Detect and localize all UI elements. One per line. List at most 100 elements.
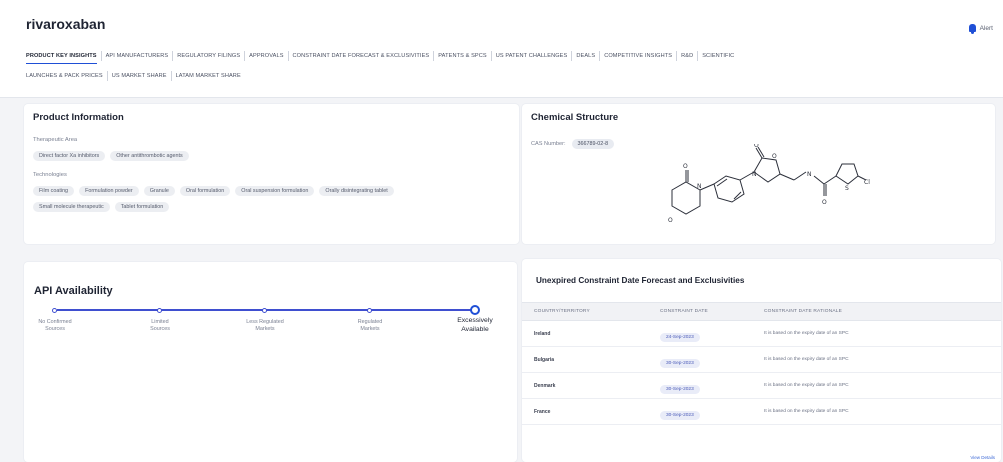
therapeutic-area-label: Therapeutic Area bbox=[33, 137, 78, 143]
svg-text:Cl: Cl bbox=[864, 179, 870, 186]
cas-value: 366789-02-8 bbox=[571, 139, 615, 149]
svg-text:O: O bbox=[668, 217, 673, 224]
tab-constraint-date-forecast[interactable]: CONSTRAINT DATE FORECAST & EXCLUSIVITIES bbox=[287, 51, 434, 61]
availability-track-fill bbox=[57, 309, 477, 311]
constraint-forecast-title: Unexpired Constraint Date Forecast and E… bbox=[536, 276, 745, 285]
availability-stop-node bbox=[157, 307, 162, 313]
rationale-cell: It is based on the expiry date of an SPC bbox=[764, 383, 849, 388]
technology-chip: Orally disintegrating tablet bbox=[319, 186, 394, 196]
date-cell: 24-Sep-2023 bbox=[646, 325, 758, 343]
date-chip: 30-Sep-2023 bbox=[660, 410, 700, 420]
technology-chip: Formulation powder bbox=[79, 186, 139, 196]
tab-us-market-share[interactable]: US MARKET SHARE bbox=[106, 71, 171, 81]
view-details-link[interactable]: View Details bbox=[970, 455, 995, 460]
stop-label-line: Regulated bbox=[357, 319, 383, 325]
stop-label-line: Less Regulated bbox=[246, 319, 284, 325]
tab-product-key-insights[interactable]: PRODUCT KEY INSIGHTS bbox=[26, 51, 101, 64]
country-cell: France bbox=[534, 408, 551, 415]
svg-text:O: O bbox=[822, 199, 827, 206]
tab-patents-spcs[interactable]: PATENTS & SPCS bbox=[433, 51, 490, 61]
date-chip: 24-Sep-2023 bbox=[660, 332, 700, 342]
availability-stop-label: No Confirmed Sources bbox=[20, 319, 90, 333]
date-cell: 30-Sep-2023 bbox=[646, 377, 758, 395]
technology-chip: Small molecule therapeutic bbox=[33, 202, 110, 212]
chemical-structure-diagram: O O N N O O N O S Cl bbox=[668, 144, 870, 224]
table-row[interactable]: Ireland 24-Sep-2023 It is based on the e… bbox=[522, 321, 1001, 347]
tab-competitive-insights[interactable]: COMPETITIVE INSIGHTS bbox=[599, 51, 676, 61]
stop-label-line: Sources bbox=[45, 326, 65, 332]
svg-text:O: O bbox=[754, 144, 759, 149]
stop-label-line: Available bbox=[461, 325, 489, 333]
constraint-forecast-table: COUNTRY/TERRITORY CONSTRAINT DATE CONSTR… bbox=[522, 302, 1001, 425]
tab-r-and-d[interactable]: R&D bbox=[676, 51, 697, 61]
svg-text:N: N bbox=[752, 171, 757, 178]
availability-stop-label: Limited Sources bbox=[125, 319, 195, 333]
stop-label-line: Excessively bbox=[457, 317, 493, 324]
technologies-label: Technologies bbox=[33, 172, 67, 178]
stop-label-line: No Confirmed bbox=[38, 319, 72, 325]
tab-us-patent-challenges[interactable]: US PATENT CHALLENGES bbox=[490, 51, 572, 61]
column-header-country[interactable]: COUNTRY/TERRITORY bbox=[522, 309, 646, 314]
country-cell: Denmark bbox=[534, 382, 556, 389]
availability-stop-label: Regulated Markets bbox=[335, 319, 405, 333]
rationale-cell: It is based on the expiry date of an SPC bbox=[764, 409, 849, 414]
therapeutic-area-chips: Direct factor Xa inhibitors Other antith… bbox=[33, 151, 189, 161]
availability-stop-node bbox=[262, 307, 267, 313]
cas-label: CAS Number: bbox=[531, 141, 566, 147]
technology-chip: Oral suspension formulation bbox=[235, 186, 315, 196]
column-header-constraint-date[interactable]: CONSTRAINT DATE bbox=[646, 309, 758, 314]
technologies-chips-row1: Film coating Formulation powder Granule … bbox=[33, 186, 394, 196]
tabs-row-secondary: LAUNCHES & PACK PRICES US MARKET SHARE L… bbox=[26, 71, 245, 81]
stop-label-line: Markets bbox=[255, 326, 275, 332]
rationale-cell: It is based on the expiry date of an SPC bbox=[764, 357, 849, 362]
date-chip: 30-Sep-2023 bbox=[660, 384, 700, 394]
tab-latam-market-share[interactable]: LATAM MARKET SHARE bbox=[170, 71, 245, 81]
chemical-structure-card: Chemical Structure CAS Number: 366789-02… bbox=[522, 104, 995, 244]
date-cell: 30-Sep-2023 bbox=[646, 351, 758, 369]
country-cell: Bulgaria bbox=[534, 356, 555, 363]
date-chip: 30-Sep-2023 bbox=[660, 358, 700, 368]
chemical-structure-title: Chemical Structure bbox=[531, 112, 619, 123]
technology-chip: Oral formulation bbox=[179, 186, 231, 196]
availability-stop-node bbox=[367, 307, 372, 313]
technologies-chips-row2: Small molecule therapeutic Tablet formul… bbox=[33, 202, 170, 212]
column-header-rationale[interactable]: CONSTRAINT DATE RATIONALE bbox=[758, 309, 1001, 314]
tab-scientific[interactable]: SCIENTIFIC bbox=[697, 51, 738, 61]
availability-stop-node bbox=[52, 307, 57, 313]
page-title: rivaroxaban bbox=[26, 16, 106, 32]
technology-chip: Granule bbox=[143, 186, 175, 196]
therapeutic-area-chip: Other antithrombotic agents bbox=[110, 151, 189, 161]
technology-chip: Tablet formulation bbox=[114, 202, 170, 212]
product-information-title: Product Information bbox=[33, 112, 124, 123]
table-header: COUNTRY/TERRITORY CONSTRAINT DATE CONSTR… bbox=[522, 302, 1001, 321]
alert-button[interactable]: Alert bbox=[968, 24, 993, 34]
stop-label-line: Sources bbox=[150, 326, 170, 332]
page-header: rivaroxaban Alert PRODUCT KEY INSIGHTS A… bbox=[0, 0, 1003, 98]
tab-deals[interactable]: DEALS bbox=[571, 51, 599, 61]
svg-text:N: N bbox=[697, 183, 702, 190]
table-row[interactable]: France 30-Sep-2023 It is based on the ex… bbox=[522, 399, 1001, 425]
tab-launches-pack-prices[interactable]: LAUNCHES & PACK PRICES bbox=[26, 71, 107, 81]
svg-text:S: S bbox=[845, 185, 849, 192]
bell-icon bbox=[968, 24, 976, 34]
tab-regulatory-filings[interactable]: REGULATORY FILINGS bbox=[172, 51, 244, 61]
constraint-forecast-card: Unexpired Constraint Date Forecast and E… bbox=[522, 259, 1001, 462]
stop-label-line: Limited bbox=[151, 319, 169, 325]
alert-label: Alert bbox=[979, 24, 993, 32]
api-availability-card: API Availability No Confirmed Sources Li… bbox=[24, 262, 517, 462]
tab-approvals[interactable]: APPROVALS bbox=[244, 51, 287, 61]
stop-label-line: Markets bbox=[360, 326, 380, 332]
therapeutic-area-chip: Direct factor Xa inhibitors bbox=[33, 151, 106, 161]
availability-stop-label-current: Excessively Available bbox=[440, 317, 510, 334]
table-row[interactable]: Bulgaria 30-Sep-2023 It is based on the … bbox=[522, 347, 1001, 373]
tab-api-manufacturers[interactable]: API MANUFACTURERS bbox=[100, 51, 173, 61]
cas-number: CAS Number: 366789-02-8 bbox=[531, 139, 615, 149]
date-cell: 30-Sep-2023 bbox=[646, 403, 758, 421]
table-row[interactable]: Denmark 30-Sep-2023 It is based on the e… bbox=[522, 373, 1001, 399]
api-availability-title: API Availability bbox=[34, 285, 113, 297]
technology-chip: Film coating bbox=[33, 186, 75, 196]
svg-text:O: O bbox=[683, 163, 688, 170]
rationale-cell: It is based on the expiry date of an SPC bbox=[764, 331, 849, 336]
tabs-row-primary: PRODUCT KEY INSIGHTS API MANUFACTURERS R… bbox=[26, 51, 738, 64]
svg-text:O: O bbox=[772, 153, 777, 160]
